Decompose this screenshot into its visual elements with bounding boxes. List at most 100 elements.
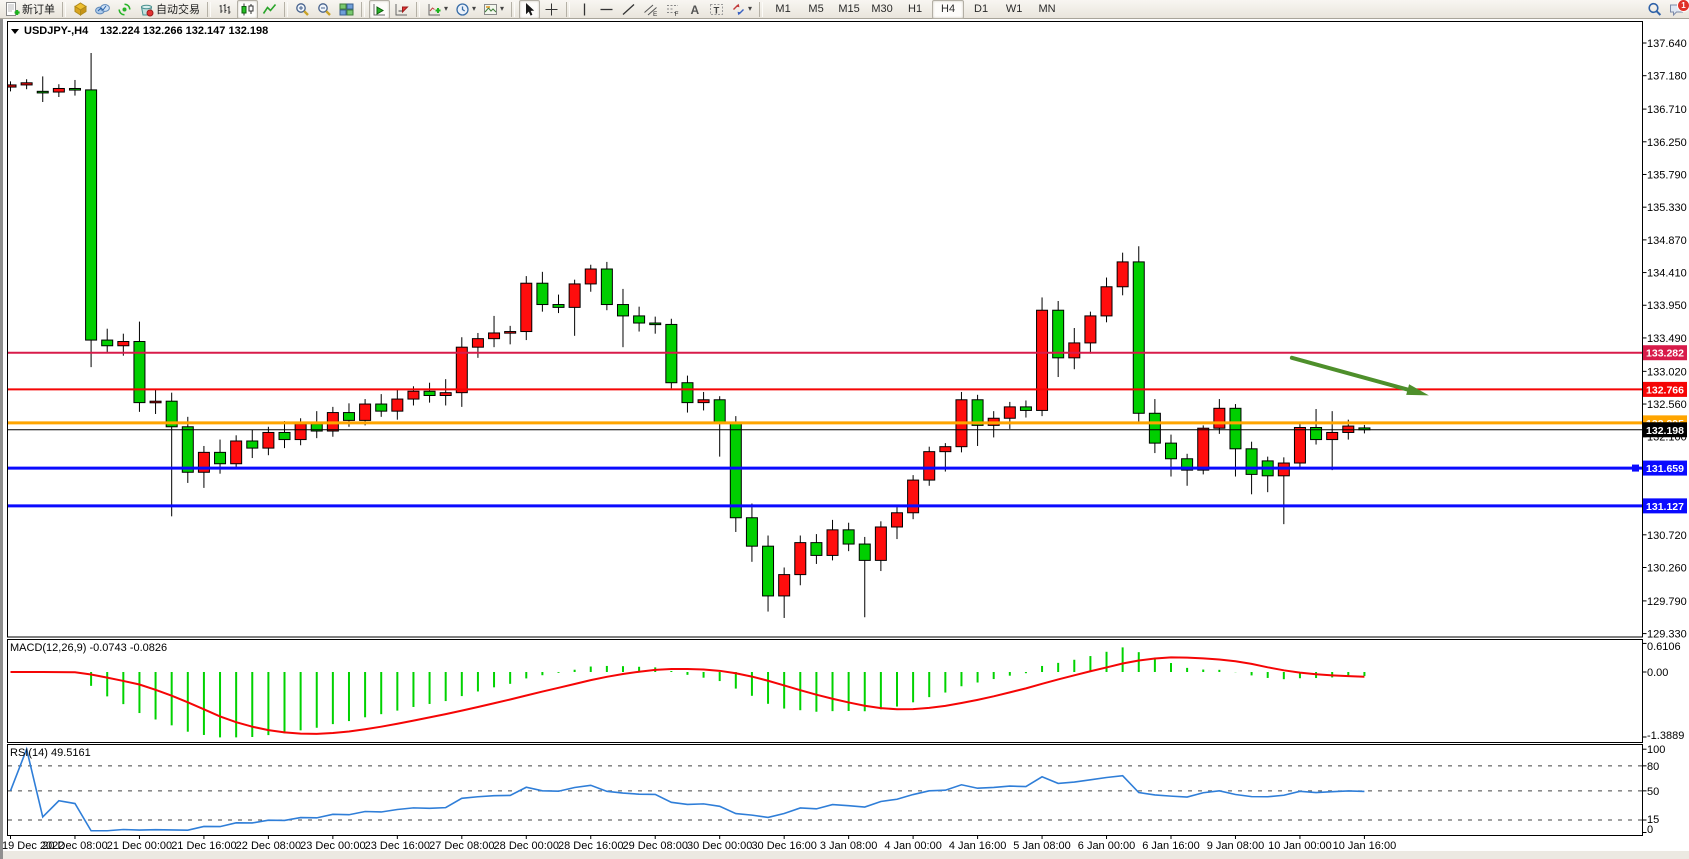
cursor-button[interactable] [519, 0, 540, 19]
auto-trading-icon [139, 2, 154, 17]
crosshair-button[interactable] [541, 0, 562, 19]
toolbar-separator [759, 2, 763, 17]
line-handle[interactable] [1632, 465, 1639, 472]
candle-chart-button[interactable] [237, 0, 258, 19]
toolbar-separator [416, 2, 420, 17]
text-label-button[interactable]: T [706, 0, 727, 19]
time-tick-label: 4 Jan 00:00 [884, 840, 942, 852]
candle [601, 262, 612, 310]
price-tick-label: 136.250 [1647, 137, 1687, 149]
text-button[interactable]: A [684, 0, 705, 19]
toolbar-separator [566, 2, 570, 17]
periods-icon [455, 2, 470, 17]
timeframe-button-mn[interactable]: MN [1031, 0, 1063, 19]
timeframe-button-h4[interactable]: H4 [932, 0, 964, 19]
line-chart-button[interactable] [259, 0, 280, 19]
price-tick-label: 133.020 [1647, 366, 1687, 378]
application-window: 新订单 自动交易 ▾ ▾ ▾ E FAT ▾ M1M5M15M30H1H4D1W1MN 1 137… [0, 0, 1689, 859]
price-tag-label: 133.282 [1646, 348, 1684, 360]
auto-scroll-button[interactable] [369, 0, 390, 19]
price-tick-label: 137.640 [1647, 38, 1687, 50]
macd-axis-label: 0.00 [1647, 667, 1668, 679]
price-tag-label: 132.766 [1646, 384, 1684, 396]
indicators-button[interactable]: ▾ [424, 0, 451, 19]
profile-icon [73, 2, 88, 17]
trendline-button[interactable] [618, 0, 639, 19]
vertical-line-icon [577, 2, 592, 17]
new-chart-icon [95, 2, 110, 17]
chevron-down-icon: ▾ [500, 5, 504, 13]
trendline-icon [621, 2, 636, 17]
equidistant-channel-icon: E [643, 2, 658, 17]
price-tick-label: 137.180 [1647, 71, 1687, 83]
chevron-down-icon: ▾ [472, 5, 476, 13]
price-tick-label: 135.330 [1647, 202, 1687, 214]
timeframe-button-d1[interactable]: D1 [965, 0, 997, 19]
alerts-button[interactable] [114, 0, 135, 19]
bar-chart-button[interactable] [215, 0, 236, 19]
auto-trading-button[interactable]: 自动交易 [136, 0, 203, 19]
toolbar-separator [62, 2, 66, 17]
zoom-in-button[interactable] [292, 0, 313, 19]
chat-button[interactable]: 1 [1666, 0, 1687, 19]
svg-text:E: E [653, 11, 658, 17]
toolbar-separator [511, 2, 515, 17]
chevron-down-icon: ▾ [444, 5, 448, 13]
indicators-icon [427, 2, 442, 17]
price-tick-label: 134.410 [1647, 268, 1687, 280]
window-bottom-edge [3, 851, 1689, 859]
time-tick-label: 9 Jan 08:00 [1207, 840, 1265, 852]
timeframe-button-w1[interactable]: W1 [998, 0, 1030, 19]
chevron-down-icon: ▾ [748, 5, 752, 13]
time-tick-label: 10 Jan 00:00 [1268, 840, 1332, 852]
tile-windows-icon [339, 2, 354, 17]
vertical-line-button[interactable] [574, 0, 595, 19]
candle [1133, 246, 1144, 422]
templates-button[interactable]: ▾ [480, 0, 507, 19]
equidistant-channel-button[interactable]: E [640, 0, 661, 19]
tile-windows-button[interactable] [336, 0, 357, 19]
time-tick-label: 20 Dec 08:00 [42, 840, 107, 852]
arrows-button[interactable]: ▾ [728, 0, 755, 19]
time-tick-label: 23 Dec 00:00 [300, 840, 365, 852]
price-panel [8, 22, 1643, 638]
svg-text:F: F [675, 11, 679, 17]
chart-window[interactable]: 137.640137.180136.710136.250135.790135.3… [0, 0, 1689, 859]
macd-axis-label: 0.6106 [1647, 641, 1681, 653]
price-tick-label: 130.720 [1647, 530, 1687, 542]
auto-trading-label: 自动交易 [156, 1, 200, 17]
periods-button[interactable]: ▾ [452, 0, 479, 19]
window-left-edge [0, 19, 3, 859]
time-tick-label: 28 Dec 00:00 [494, 840, 559, 852]
new-chart-button[interactable] [92, 0, 113, 19]
time-tick-label: 27 Dec 08:00 [429, 840, 494, 852]
timeframe-button-m1[interactable]: M1 [767, 0, 799, 19]
timeframe-button-m5[interactable]: M5 [800, 0, 832, 19]
price-tick-label: 132.560 [1647, 399, 1687, 411]
rsi-axis-label: 50 [1647, 786, 1659, 798]
rsi-axis-label: 100 [1647, 744, 1665, 756]
search-button[interactable] [1644, 0, 1665, 19]
price-tag-label: 131.127 [1646, 501, 1684, 513]
horizontal-line-button[interactable] [596, 0, 617, 19]
timeframe-button-m15[interactable]: M15 [833, 0, 865, 19]
line-chart-icon [262, 2, 277, 17]
time-tick-label: 3 Jan 08:00 [820, 840, 878, 852]
price-tick-label: 129.790 [1647, 596, 1687, 608]
profile-button[interactable] [70, 0, 91, 19]
chart-shift-button[interactable] [391, 0, 412, 19]
new-order-button[interactable]: 新订单 [2, 0, 58, 19]
fibonacci-button[interactable]: F [662, 0, 683, 19]
macd-axis-label: -1.3889 [1647, 730, 1684, 742]
toolbar-separator [284, 2, 288, 17]
zoom-out-button[interactable] [314, 0, 335, 19]
alerts-icon [117, 2, 132, 17]
timeframe-button-h1[interactable]: H1 [899, 0, 931, 19]
bar-chart-icon [218, 2, 233, 17]
price-tick-label: 134.870 [1647, 235, 1687, 247]
toolbar-separator [207, 2, 211, 17]
candle [1037, 297, 1048, 416]
templates-icon [483, 2, 498, 17]
crosshair-icon [544, 2, 559, 17]
timeframe-button-m30[interactable]: M30 [866, 0, 898, 19]
